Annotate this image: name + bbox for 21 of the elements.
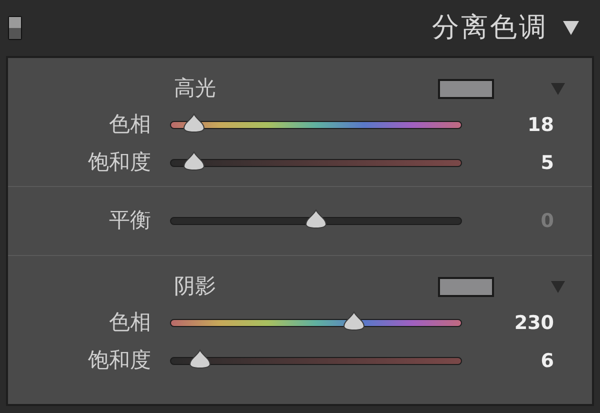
slider-thumb[interactable]	[305, 209, 327, 229]
panel-title: 分离色调	[432, 10, 548, 45]
section-heading: 高光	[174, 75, 216, 102]
slider-thumb[interactable]	[183, 151, 206, 171]
color-swatch[interactable]	[438, 277, 494, 297]
panel-toggle[interactable]	[8, 16, 22, 40]
slider-value: 18	[526, 112, 554, 138]
slider-thumb[interactable]	[342, 311, 365, 331]
color-swatch[interactable]	[438, 79, 494, 99]
slider-value: 5	[540, 150, 554, 176]
slider-label: 饱和度	[87, 347, 152, 374]
section-heading: 阴影	[174, 273, 216, 300]
slider-label: 平衡	[108, 207, 152, 234]
collapse-triangle-icon[interactable]	[562, 20, 580, 36]
slider-thumb[interactable]	[189, 349, 211, 369]
slider-label: 色相	[108, 309, 152, 336]
slider-label: 色相	[108, 111, 152, 138]
slider-value: 6	[540, 348, 554, 374]
slider-label: 饱和度	[87, 149, 152, 176]
slider-value: 230	[513, 310, 554, 336]
slider-thumb[interactable]	[183, 113, 206, 133]
